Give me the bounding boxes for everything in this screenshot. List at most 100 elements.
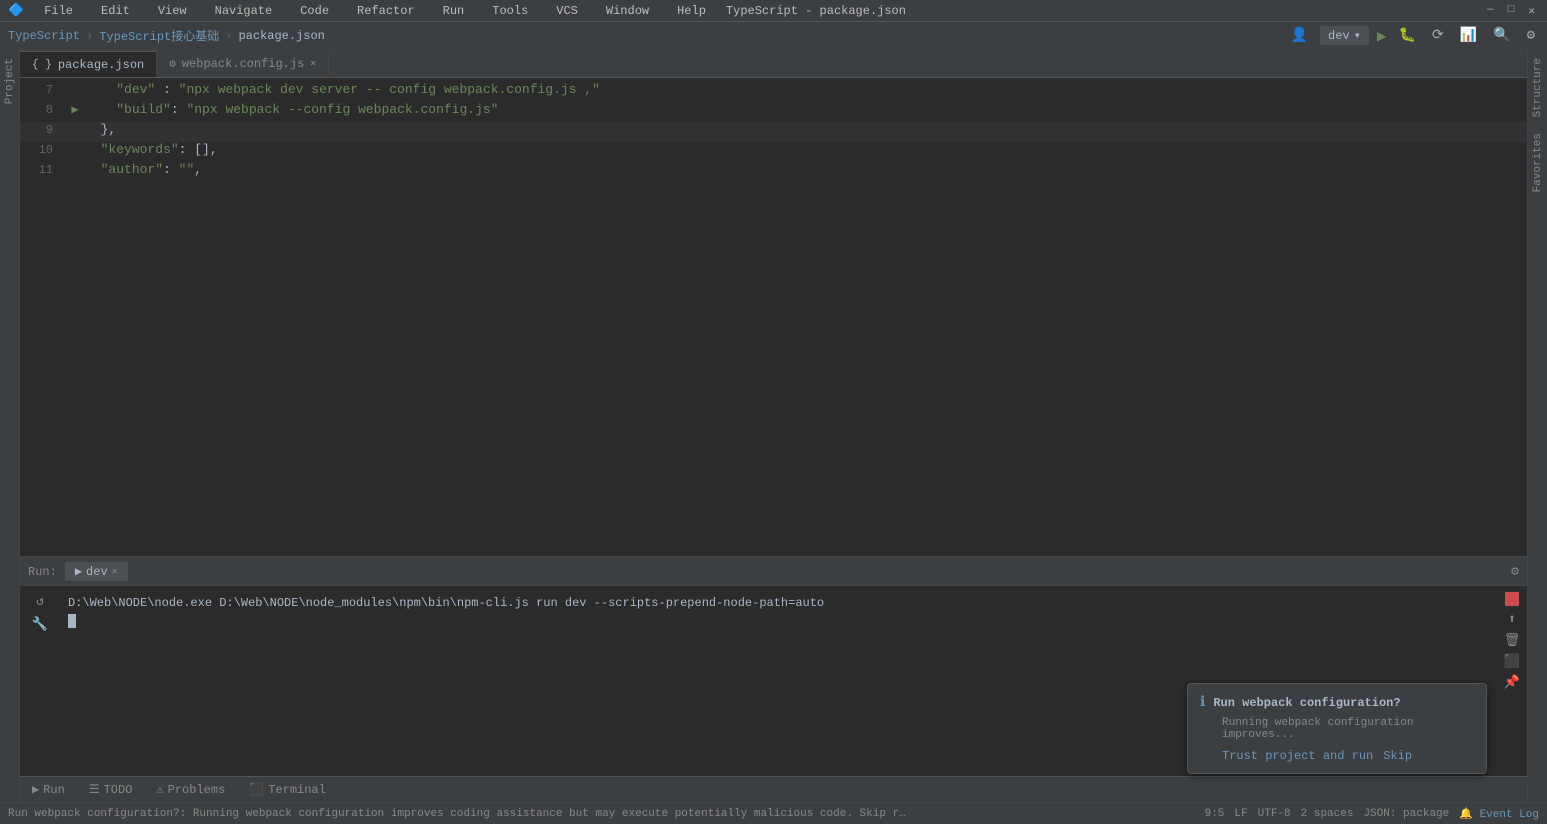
code-content-10: "keywords": [], — [85, 142, 218, 157]
code-line-11: 11 "author": "", — [20, 162, 1527, 182]
code-content-11: "author": "", — [85, 162, 202, 177]
line-ending: LF — [1234, 808, 1247, 820]
run-sidebar-icons: ↺ 🔧 — [20, 590, 60, 772]
menu-tools[interactable]: Tools — [484, 2, 536, 20]
editor-tabs: { } package.json ⚙ webpack.config.js ✕ — [20, 50, 1527, 78]
profiler-icon[interactable]: 📊 — [1456, 25, 1481, 46]
run-label: Run: — [28, 565, 57, 579]
project-tab[interactable]: Project — [1, 50, 19, 112]
menu-vcs[interactable]: VCS — [548, 2, 586, 20]
tab-close-webpack[interactable]: ✕ — [310, 58, 316, 70]
stop-button[interactable] — [1505, 592, 1519, 606]
skip-button[interactable]: Skip — [1383, 749, 1412, 763]
settings-icon[interactable]: ⚙ — [1523, 25, 1539, 46]
cursor-position: 9:5 — [1205, 808, 1225, 820]
settings-panel-icon[interactable]: ⚙ — [1511, 564, 1519, 579]
terminal-cursor-line — [68, 612, 1489, 630]
notif-actions: Trust project and run Skip — [1200, 749, 1474, 763]
bottom-tab-run[interactable]: ▶ Run — [28, 780, 69, 799]
run-right-icons: ⬆ 🗑 ⬛ 📌 — [1497, 590, 1527, 772]
nav-sep-2: › — [225, 29, 232, 43]
run-tab-close[interactable]: ✕ — [112, 566, 118, 578]
menu-edit[interactable]: Edit — [93, 2, 138, 20]
run-config-label: dev — [1328, 29, 1350, 43]
coverage-icon[interactable]: ⟳ — [1428, 25, 1448, 46]
terminal-label: Terminal — [268, 783, 326, 797]
app-icon: 🔷 — [8, 3, 24, 18]
nav-right-controls: 👤 dev ▾ ▶ 🐛 ⟳ 📊 🔍 ⚙ — [1287, 25, 1539, 46]
notif-title: Run webpack configuration? — [1213, 696, 1400, 710]
left-structural-tabs: Project — [0, 50, 20, 802]
right-tabs: Structure Favorites — [1527, 50, 1547, 802]
menu-window[interactable]: Window — [598, 2, 657, 20]
code-content-8: "build": "npx webpack --config webpack.c… — [85, 102, 499, 117]
file-type: JSON: package — [1363, 808, 1449, 820]
search-icon[interactable]: 🔍 — [1489, 25, 1514, 46]
menu-refactor[interactable]: Refactor — [349, 2, 423, 20]
tab-webpack-config[interactable]: ⚙ webpack.config.js ✕ — [157, 51, 329, 77]
favorites-tab[interactable]: Favorites — [1529, 125, 1547, 200]
encoding: UTF-8 — [1258, 808, 1291, 820]
problems-label: Problems — [168, 783, 226, 797]
json-file-icon: { } — [32, 59, 52, 71]
run-panel-tabs: Run: ▶ dev ✕ ⚙ — [20, 558, 1527, 586]
breadcrumb-typescript[interactable]: TypeScript — [8, 29, 80, 43]
notif-header: ℹ Run webpack configuration? — [1200, 694, 1474, 711]
breadcrumb-project[interactable]: TypeScript接心基础 — [99, 27, 219, 44]
bottom-tab-problems[interactable]: ⚠ Problems — [152, 780, 229, 799]
tab-package-json[interactable]: { } package.json — [20, 51, 157, 77]
code-line-8: 8 ▶ "build": "npx webpack --config webpa… — [20, 102, 1527, 122]
window-controls: — □ ✕ — [1483, 4, 1539, 18]
run-gutter-arrow[interactable]: ▶ — [71, 102, 78, 117]
run-tab-icon-bottom: ▶ — [32, 782, 39, 797]
bottom-tab-terminal[interactable]: ⬛ Terminal — [245, 780, 330, 799]
todo-icon: ☰ — [89, 782, 100, 797]
line-number-8: 8 — [20, 103, 65, 117]
menu-file[interactable]: File — [36, 2, 81, 20]
structure-tab[interactable]: Structure — [1529, 50, 1547, 125]
run-button[interactable]: ▶ — [1377, 26, 1387, 46]
bottom-tab-todo[interactable]: ☰ TODO — [85, 780, 137, 799]
terminal-command-line: D:\Web\NODE\node.exe D:\Web\NODE\node_mo… — [68, 594, 1489, 612]
restart-icon[interactable]: ↺ — [34, 592, 46, 611]
title-bar: 🔷 File Edit View Navigate Code Refactor … — [0, 0, 1547, 22]
line-number-9: 9 — [20, 123, 65, 137]
menu-run[interactable]: Run — [435, 2, 473, 20]
pin-icon[interactable]: 📌 — [1504, 675, 1520, 690]
line-number-11: 11 — [20, 163, 65, 177]
run-config-selector[interactable]: dev ▾ — [1320, 26, 1369, 45]
notif-info-icon: ℹ — [1200, 694, 1205, 711]
minimize-button[interactable]: — — [1483, 4, 1498, 18]
tab-label-package-json: package.json — [58, 58, 144, 72]
menu-help[interactable]: Help — [669, 2, 714, 20]
notif-body: Running webpack configuration improves..… — [1200, 717, 1474, 741]
code-line-7: 7 "dev" : "npx webpack dev server -- con… — [20, 82, 1527, 102]
code-line-10: 10 "keywords": [], — [20, 142, 1527, 162]
run-tab-label-bottom: Run — [43, 783, 65, 797]
maximize-button[interactable]: □ — [1504, 4, 1519, 18]
status-message: Run webpack configuration?: Running webp… — [8, 808, 908, 820]
run-tab-dev[interactable]: ▶ dev ✕ — [65, 562, 128, 581]
menu-navigate[interactable]: Navigate — [207, 2, 281, 20]
notification-popup: ℹ Run webpack configuration? Running web… — [1187, 683, 1487, 774]
menu-view[interactable]: View — [150, 2, 195, 20]
user-icon[interactable]: 👤 — [1287, 25, 1312, 46]
nav-sep-1: › — [86, 29, 93, 43]
wrench-icon[interactable]: 🔧 — [30, 615, 50, 634]
bottom-bar: ▶ Run ☰ TODO ⚠ Problems ⬛ Terminal — [20, 776, 1527, 802]
gutter-8[interactable]: ▶ — [65, 102, 85, 117]
clear-icon[interactable]: 🗑 — [1504, 633, 1521, 648]
debug-icon[interactable]: 🐛 — [1395, 25, 1420, 46]
run-tab-icon: ▶ — [75, 564, 82, 579]
trust-and-run-button[interactable]: Trust project and run — [1222, 749, 1373, 763]
close-button[interactable]: ✕ — [1524, 4, 1539, 18]
event-log-button[interactable]: 🔔 Event Log — [1459, 807, 1539, 821]
menu-code[interactable]: Code — [292, 2, 337, 20]
code-editor[interactable]: 7 "dev" : "npx webpack dev server -- con… — [20, 78, 1527, 556]
js-file-icon: ⚙ — [169, 57, 176, 71]
filter-icon[interactable]: ⬛ — [1504, 654, 1520, 669]
chevron-down-icon: ▾ — [1354, 28, 1361, 43]
run-tab-label: dev — [86, 565, 108, 579]
scroll-up-icon[interactable]: ⬆ — [1508, 612, 1516, 627]
line-number-10: 10 — [20, 143, 65, 157]
